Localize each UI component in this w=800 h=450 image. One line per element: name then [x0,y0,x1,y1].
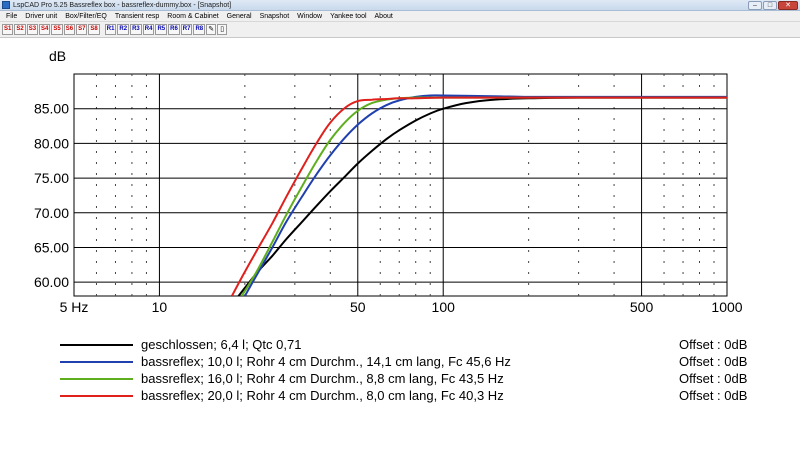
y-tick-label: 80.00 [34,135,69,151]
legend-swatch [60,378,133,380]
y-tick-label: 70.00 [34,205,69,221]
y-tick-label: 75.00 [34,170,69,186]
legend-swatch [60,395,133,397]
legend-entry: bassreflex; 10,0 l; Rohr 4 cm Durchm., 1… [0,353,800,371]
menu-general[interactable]: General [223,11,256,22]
plot-area: 60.00 65.00 70.00 75.00 80.00 85.00 5 Hz 10 50 10… [0,38,800,450]
reference-button-r2[interactable]: R2 [117,24,130,35]
snapshot-button-s1[interactable]: S1 [2,24,14,35]
y-tick-label: 60.00 [34,274,69,290]
reference-button-r6[interactable]: R6 [168,24,180,35]
legend-entry: bassreflex; 16,0 l; Rohr 4 cm Durchm., 8… [0,370,800,388]
pen-icon[interactable]: ✎ [206,24,217,35]
menu-window[interactable]: Window [293,11,326,22]
plot-frame [73,73,728,297]
legend-entry: bassreflex; 20,0 l; Rohr 4 cm Durchm., 8… [0,387,800,405]
close-button[interactable]: ✕ [778,1,798,10]
reference-button-r7[interactable]: R7 [180,24,193,35]
y-tick-label: 65.00 [34,239,69,255]
snapshot-button-s3[interactable]: S3 [26,24,39,35]
frequency-response-chart: 60.00 65.00 70.00 75.00 80.00 85.00 5 Hz 10 50 10… [34,48,743,315]
x-tick-label: 50 [350,299,366,315]
legend-swatch [60,361,133,363]
snapshot-button-s5[interactable]: S5 [51,24,63,35]
legend-label: bassreflex; 20,0 l; Rohr 4 cm Durchm., 8… [141,388,504,403]
legend-offset: Offset : 0dB [679,388,748,403]
window-title: LspCAD Pro 5.25 Bassreflex box - bassref… [13,2,232,9]
menu-yankee-tool[interactable]: Yankee tool [326,11,370,22]
y-tick-label: 85.00 [34,101,69,117]
reference-button-r8[interactable]: R8 [193,24,206,35]
menu-bar: File Driver unit Box/Filter/EQ Transient… [0,11,800,22]
menu-snapshot[interactable]: Snapshot [256,11,294,22]
menu-room-cabinet[interactable]: Room & Cabinet [163,11,222,22]
title-bar: LspCAD Pro 5.25 Bassreflex box - bassref… [0,0,800,11]
y-axis-label: dB [49,48,66,64]
maximize-button[interactable]: □ [763,1,777,10]
legend-entry: geschlossen; 6,4 l; Qtc 0,71 Offset : 0dB [0,336,800,354]
minimize-button[interactable]: – [748,1,762,10]
x-tick-label: 500 [630,299,654,315]
menu-box-filter-eq[interactable]: Box/Filter/EQ [61,11,111,22]
legend-label: bassreflex; 16,0 l; Rohr 4 cm Durchm., 8… [141,371,504,386]
menu-transient-resp[interactable]: Transient resp [111,11,163,22]
x-tick-label: 10 [152,299,168,315]
reference-button-r4[interactable]: R4 [142,24,155,35]
reference-button-r1[interactable]: R1 [104,24,117,35]
legend-offset: Offset : 0dB [679,354,748,369]
x-tick-label: 5 Hz [60,299,89,315]
menu-file[interactable]: File [2,11,21,22]
snapshot-button-s8[interactable]: S8 [88,24,100,35]
x-tick-label: 1000 [711,299,742,315]
snapshot-button-s7[interactable]: S7 [76,24,88,35]
clipboard-icon[interactable]: ▯ [217,24,228,35]
reference-button-r5[interactable]: R5 [155,24,168,35]
legend-offset: Offset : 0dB [679,337,748,352]
x-tick-label: 100 [432,299,456,315]
snapshot-button-s6[interactable]: S6 [63,24,76,35]
snapshot-button-s2[interactable]: S2 [14,24,26,35]
app-icon[interactable] [2,1,10,9]
menu-driver-unit[interactable]: Driver unit [21,11,61,22]
menu-about[interactable]: About [371,11,397,22]
window-controls: – □ ✕ [748,1,798,10]
toolbar: S1 S2 S3 S4 S5 S6 S7 S8 R1 R2 R3 R4 R5 R… [0,22,800,38]
legend-label: bassreflex; 10,0 l; Rohr 4 cm Durchm., 1… [141,354,511,369]
reference-button-r3[interactable]: R3 [130,24,142,35]
legend-swatch [60,344,133,346]
legend-label: geschlossen; 6,4 l; Qtc 0,71 [141,337,302,352]
snapshot-button-s4[interactable]: S4 [39,24,51,35]
legend-offset: Offset : 0dB [679,371,748,386]
